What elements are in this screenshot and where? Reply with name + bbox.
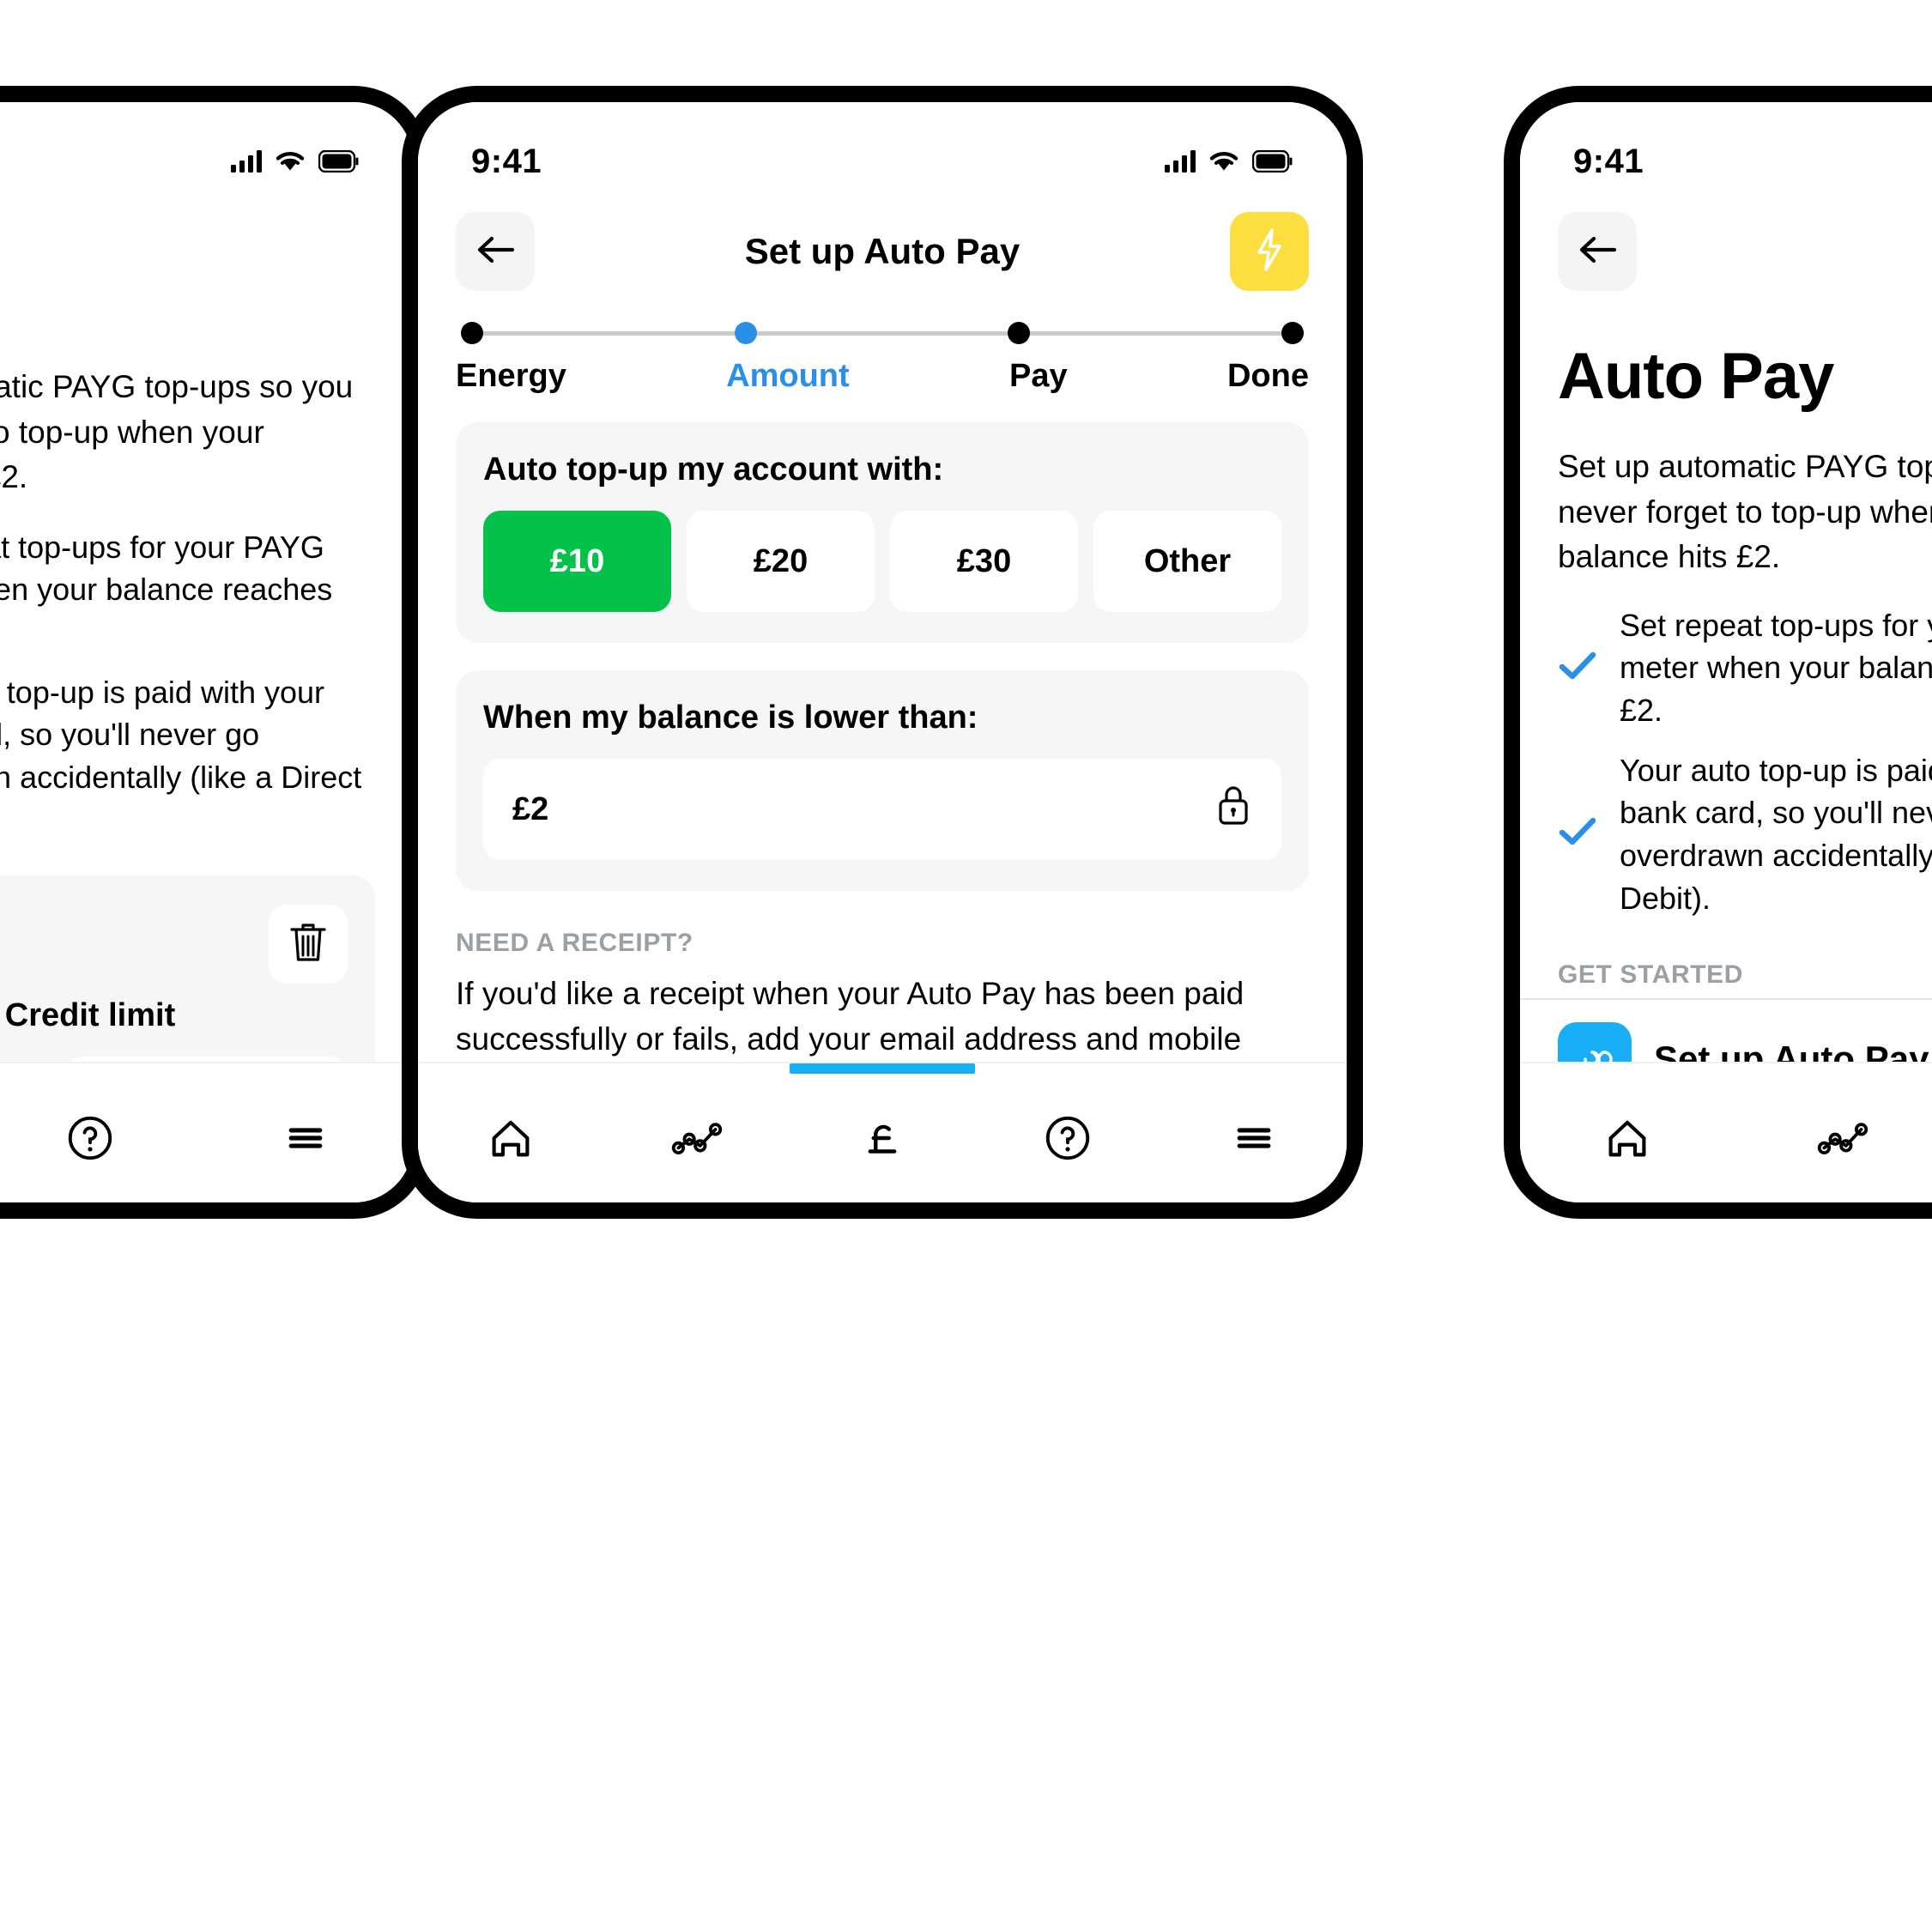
status-time: 9:41 <box>1573 142 1644 180</box>
lock-icon <box>1214 783 1252 836</box>
tab-home[interactable] <box>463 1091 558 1185</box>
topup-option-20[interactable]: £20 <box>687 511 875 612</box>
back-arrow-icon <box>475 234 516 270</box>
left-paragraph: Set up automatic PAYG top-ups so you nev… <box>0 369 354 495</box>
phone-right-screen: 9:41 Auto Pay Auto Pay Set up automatic … <box>1520 102 1932 1202</box>
receipt-eyebrow: NEED A RECEIPT? <box>456 929 693 957</box>
status-bar-right: 9:41 <box>1520 102 1932 188</box>
topup-option-10[interactable]: £10 <box>483 511 671 612</box>
lightning-bolt-icon <box>1252 227 1287 276</box>
status-bar-left <box>0 102 413 188</box>
step-dot-energy[interactable] <box>461 322 483 344</box>
tab-menu[interactable] <box>258 1091 353 1185</box>
topup-card-title: Auto top-up my account with: <box>483 451 944 488</box>
benefit-text: Set repeat top-ups for your PAYG meter w… <box>1620 607 1932 728</box>
quick-action-button[interactable] <box>1230 212 1309 291</box>
stepper-labels: Energy Amount Pay Done <box>456 358 1309 395</box>
tab-usage[interactable] <box>650 1091 744 1185</box>
list-item: Set repeat top-ups for your PAYG meter w… <box>1558 604 1932 732</box>
check-icon <box>1558 649 1597 687</box>
wifi-icon <box>276 150 305 173</box>
left-bullets: Set repeat top-ups for your PAYG meter w… <box>0 500 413 842</box>
list-item: Your auto top-up is paid with your bank … <box>0 671 375 842</box>
screenshot-canvas: Auto Pay Set up automatic PAYG top-ups s… <box>0 0 1932 1932</box>
topup-options: £10 £20 £30 Other <box>483 511 1281 612</box>
step-dot-done[interactable] <box>1281 322 1304 344</box>
tab-pound[interactable] <box>835 1091 930 1185</box>
step-label-pay[interactable]: Pay <box>1009 358 1068 395</box>
phone-center: 9:41 Set up Auto Pay Energy Amount Pay D… <box>402 86 1363 1219</box>
battery-icon <box>318 150 360 173</box>
page-title-left: Auto Pay <box>0 231 413 272</box>
tab-list-right <box>1520 1074 1932 1202</box>
status-icons <box>1165 150 1293 173</box>
step-dot-amount[interactable] <box>734 322 757 344</box>
step-dot-pay[interactable] <box>1008 322 1031 344</box>
phone-left: Auto Pay Set up automatic PAYG top-ups s… <box>0 86 429 1219</box>
threshold-value: £2 <box>512 790 549 827</box>
progress-stepper: Energy Amount Pay Done <box>418 291 1347 395</box>
tab-list-center <box>418 1074 1347 1202</box>
bullet-text: Set repeat top-ups for your PAYG meter w… <box>0 529 333 608</box>
bottom-nav-right <box>1520 1062 1932 1202</box>
back-button-right[interactable] <box>1558 212 1637 291</box>
signal-bars-icon <box>231 150 262 173</box>
trash-icon <box>288 921 328 968</box>
step-label-energy[interactable]: Energy <box>456 358 566 395</box>
get-started-eyebrow: GET STARTED <box>1558 960 1744 990</box>
page-title-center: Set up Auto Pay <box>744 231 1021 271</box>
bullet-text: Your auto top-up is paid with your bank … <box>0 674 362 795</box>
status-bar-center: 9:41 <box>418 102 1347 188</box>
header-center: Set up Auto Pay <box>418 188 1347 291</box>
tab-help[interactable] <box>43 1091 137 1185</box>
back-button[interactable] <box>456 212 535 291</box>
phone-right: 9:41 Auto Pay Auto Pay Set up automatic … <box>1504 86 1932 1219</box>
threshold-field[interactable]: £2 <box>483 759 1281 860</box>
stepper-track <box>456 320 1309 346</box>
list-item: Your auto top-up is paid with your bank … <box>1558 749 1932 920</box>
tab-usage[interactable] <box>1796 1091 1890 1185</box>
delete-button[interactable] <box>269 905 348 984</box>
header-left: Auto Pay <box>0 188 413 291</box>
screen-intro: Set up automatic PAYG top-ups so you nev… <box>1558 449 1932 575</box>
benefit-text: Your auto top-up is paid with your bank … <box>1620 752 1932 916</box>
list-item: Set repeat top-ups for your PAYG meter w… <box>0 526 375 654</box>
bottom-nav-center <box>418 1062 1347 1202</box>
active-tab-indicator <box>789 1063 976 1074</box>
step-label-done[interactable]: Done <box>1227 358 1309 395</box>
check-icon <box>1558 815 1597 853</box>
step-label-amount[interactable]: Amount <box>726 358 850 395</box>
tab-list-left <box>0 1074 413 1202</box>
tab-help[interactable] <box>1021 1091 1115 1185</box>
tab-menu[interactable] <box>1207 1091 1301 1185</box>
topup-option-other[interactable]: Other <box>1093 511 1281 612</box>
screen-heading: Auto Pay <box>1558 340 1834 413</box>
status-icons <box>231 150 360 173</box>
stepper-dots <box>461 322 1304 344</box>
bottom-nav-left <box>0 1062 413 1202</box>
header-action-wrap <box>1230 212 1309 291</box>
phone-center-screen: 9:41 Set up Auto Pay Energy Amount Pay D… <box>418 102 1347 1202</box>
threshold-card-title: When my balance is lower than: <box>483 700 978 736</box>
topup-amount-card: Auto top-up my account with: £10 £20 £30… <box>456 422 1309 643</box>
phone-left-screen: Auto Pay Set up automatic PAYG top-ups s… <box>0 102 413 1202</box>
header-right: Auto Pay <box>1520 188 1932 291</box>
benefits-list: Set repeat top-ups for your PAYG meter w… <box>1520 580 1932 920</box>
credit-limit-label: Credit limit <box>4 997 176 1034</box>
tab-home[interactable] <box>1580 1091 1675 1185</box>
wifi-icon <box>1209 150 1239 173</box>
signal-bars-icon <box>1165 150 1196 173</box>
battery-icon <box>1252 150 1293 173</box>
back-arrow-icon <box>1577 234 1618 270</box>
status-time: 9:41 <box>471 142 542 180</box>
topup-option-30[interactable]: £30 <box>890 511 1078 612</box>
left-intro-block: Set up automatic PAYG top-ups so you nev… <box>0 291 413 500</box>
balance-threshold-card: When my balance is lower than: £2 <box>456 670 1309 891</box>
